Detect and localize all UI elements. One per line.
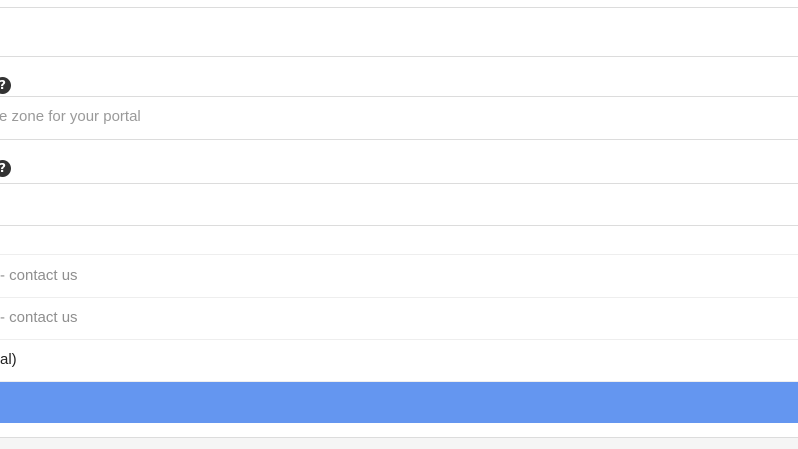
divider xyxy=(0,139,798,140)
divider xyxy=(0,56,798,57)
selected-option-bar[interactable] xyxy=(0,382,798,423)
list-item[interactable]: - contact us xyxy=(0,297,798,340)
text-field-3[interactable] xyxy=(0,184,798,225)
help-question-icon[interactable]: ? xyxy=(0,77,11,94)
timezone-input[interactable]: e zone for your portal xyxy=(0,97,798,139)
list-item[interactable]: - contact us xyxy=(0,255,798,298)
list-item-label: al) xyxy=(0,351,17,368)
list-item[interactable] xyxy=(0,226,798,255)
list-item-label: - contact us xyxy=(0,309,78,326)
help-question-icon[interactable]: ? xyxy=(0,160,11,177)
settings-form-page: ? e zone for your portal ? - contact us … xyxy=(0,0,798,449)
list-item-label: - contact us xyxy=(0,267,78,284)
timezone-placeholder: e zone for your portal xyxy=(0,108,141,125)
footer-area xyxy=(0,437,798,449)
list-item[interactable]: al) xyxy=(0,339,798,382)
text-field-1[interactable] xyxy=(0,8,798,56)
